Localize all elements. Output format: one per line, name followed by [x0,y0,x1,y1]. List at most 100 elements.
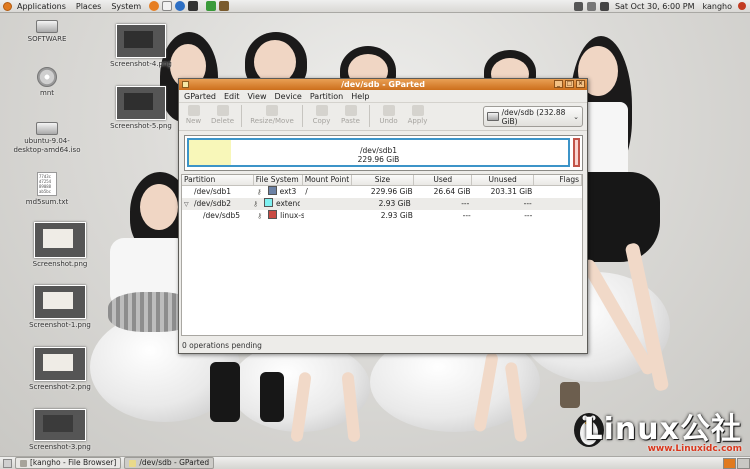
desktop-icon-md5sum[interactable]: 77d3c d7254 89088 ab5bc md5sum.txt [9,172,85,206]
firefox-launcher-icon[interactable] [149,1,160,11]
show-desktop-icon[interactable] [3,458,12,468]
desktop-icon-label: md5sum.txt [25,198,69,206]
desktop-icon-label: mnt [40,89,54,97]
menu-view[interactable]: View [243,92,270,101]
new-button[interactable]: New [179,103,208,125]
desktop-icon-screenshot-1[interactable]: Screenshot-1.png [22,285,98,329]
power-icon[interactable] [738,2,746,10]
volume-icon[interactable] [599,1,609,11]
desktop-icon-screenshot[interactable]: Screenshot.png [22,222,98,268]
cell-partition: /dev/sdb5 [203,211,241,220]
new-icon [187,105,200,116]
image-thumbnail-icon [116,24,166,58]
bottom-panel: [kangho - File Browser] /dev/sdb - GPart… [0,456,750,469]
clock[interactable]: Sat Oct 30, 6:00 PM [615,2,695,11]
toolbar: New Delete Resize/Move Copy Paste Undo A… [179,103,587,131]
mail-launcher-icon[interactable] [162,1,173,11]
taskbar-button-gparted[interactable]: /dev/sdb - GParted [124,457,215,469]
minimize-button[interactable]: _ [554,80,563,88]
image-thumbnail-icon [34,409,86,441]
user-name[interactable]: kangho [702,2,732,11]
network-icon[interactable] [573,1,583,11]
menu-help[interactable]: Help [346,92,372,101]
ubuntu-logo-icon[interactable] [3,1,12,11]
table-row[interactable]: ▽/dev/sdb2 ⚷extended 2.93 GiB --- --- [182,198,582,210]
column-header-size[interactable]: Size [352,175,415,185]
desktop-icon-label: ubuntu-9.04-desktop-amd64.iso [13,137,81,154]
desktop-icon-ubuntu-iso[interactable]: ubuntu-9.04-desktop-amd64.iso [9,122,85,155]
undo-icon [382,105,395,116]
expander-arrow-icon[interactable]: ▽ [184,199,191,210]
desktop-icon-screenshot-5[interactable]: Screenshot-5.png [103,86,179,130]
resize-move-button[interactable]: Resize/Move [246,103,298,125]
partition-bar-swap[interactable] [573,138,580,167]
desktop-icon-label: Screenshot.png [32,260,88,268]
fs-color-swatch [263,198,273,207]
system-menu[interactable]: System [106,2,146,11]
desktop-icon-label: Screenshot-2.png [29,383,91,391]
menu-edit[interactable]: Edit [219,92,243,101]
menu-gparted[interactable]: GParted [179,92,219,101]
partition-bar-sdb1[interactable]: /dev/sdb1 229.96 GiB [187,138,570,167]
maximize-button[interactable]: □ [565,80,574,88]
apply-button[interactable]: Apply [403,103,432,125]
table-row[interactable]: /dev/sdb1 ⚷ ext3 / 229.96 GiB 26.64 GiB 2… [182,186,582,198]
menu-partition[interactable]: Partition [305,92,346,101]
applications-menu[interactable]: Applications [12,2,71,11]
system-tray: Sat Oct 30, 6:00 PM kangho [572,1,750,11]
resize-icon [266,105,278,116]
status-bar: 0 operations pending [182,341,262,350]
desktop-icon-software[interactable]: SOFTWARE [9,20,85,43]
monitor-launcher-icon[interactable] [206,1,217,11]
image-thumbnail-icon [34,285,86,319]
desktop-icon-label: Screenshot-4.png [110,60,172,68]
desktop-icon-screenshot-2[interactable]: Screenshot-2.png [22,347,98,391]
gparted-icon [129,459,137,467]
chevron-down-icon: ⌄ [573,112,579,121]
partition-bar-name: /dev/sdb1 [359,146,398,155]
cell-mountpoint [300,198,349,210]
cell-unused: 203.31 GiB [490,187,533,196]
desktop-icon-mnt[interactable]: mnt [9,67,85,97]
package-launcher-icon[interactable] [219,1,230,11]
column-header-used[interactable]: Used [414,175,473,185]
terminal-launcher-icon[interactable] [188,1,199,11]
taskbar-button-file-browser[interactable]: [kangho - File Browser] [15,457,122,469]
desktop-icon-label: Screenshot-3.png [29,443,91,451]
workspace-switcher[interactable] [722,457,750,469]
folder-icon [20,459,27,467]
column-header-partition[interactable]: Partition [182,175,254,185]
copy-button[interactable]: Copy [307,103,336,125]
hard-disk-icon [487,112,499,121]
table-header: Partition File System Mount Point Size U… [182,175,582,186]
column-header-mountpoint[interactable]: Mount Point [303,175,352,185]
table-row[interactable]: /dev/sdb5 ⚷linux-swap 2.93 GiB --- --- [182,210,582,222]
desktop-icon-label: Screenshot-1.png [29,321,91,329]
key-icon: ⚷ [252,200,259,208]
workspace-2[interactable] [737,457,750,469]
close-button[interactable]: × [576,80,585,88]
window-titlebar[interactable]: /dev/sdb - GParted _ □ × [179,79,587,90]
column-header-filesystem[interactable]: File System [254,175,303,185]
cell-size: 229.96 GiB [370,187,413,196]
disc-icon [37,67,57,87]
device-selector[interactable]: /dev/sdb (232.88 GiB) ⌄ [483,106,583,127]
wallpaper-figure [260,372,284,422]
cell-mountpoint: / [305,187,308,196]
desktop-icon-screenshot-3[interactable]: Screenshot-3.png [22,409,98,451]
partition-bar-size: 229.96 GiB [357,155,400,164]
column-header-unused[interactable]: Unused [472,175,534,185]
gparted-app-icon[interactable] [182,81,189,88]
menu-device[interactable]: Device [269,92,304,101]
undo-button[interactable]: Undo [374,103,403,125]
disk-map: /dev/sdb1 229.96 GiB [184,135,583,171]
workspace-1[interactable] [723,457,736,469]
places-menu[interactable]: Places [71,2,106,11]
column-header-flags[interactable]: Flags [534,175,582,185]
delete-button[interactable]: Delete [208,103,237,125]
mail-tray-icon[interactable] [586,1,596,11]
cell-partition: /dev/sdb1 [194,187,232,196]
paste-button[interactable]: Paste [336,103,365,125]
help-launcher-icon[interactable] [175,1,186,11]
desktop-icon-screenshot-4[interactable]: Screenshot-4.png [103,24,179,68]
